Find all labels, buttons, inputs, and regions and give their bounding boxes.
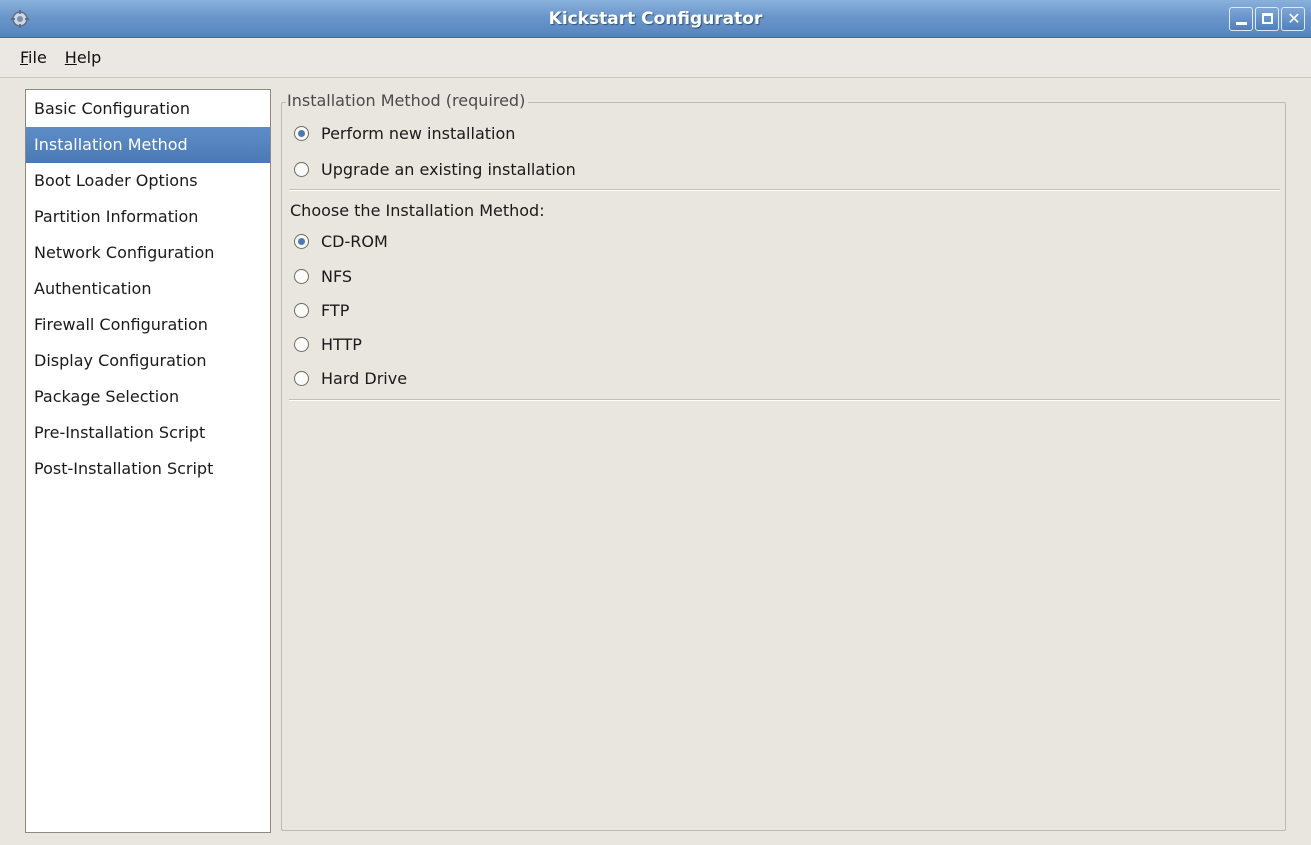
radio-indicator[interactable] <box>294 161 309 177</box>
sidebar-item-basic-configuration[interactable]: Basic Configuration <box>26 91 270 127</box>
sidebar-item-firewall-configuration[interactable]: Firewall Configuration <box>26 307 270 343</box>
radio-label: Hard Drive <box>321 368 408 388</box>
menu-bar: File Help <box>0 38 1311 78</box>
radio-label: CD-ROM <box>321 231 388 251</box>
radio-hard-drive[interactable]: Hard Drive <box>294 365 407 391</box>
sidebar-item-display-configuration[interactable]: Display Configuration <box>26 343 270 379</box>
radio-indicator[interactable] <box>294 125 309 141</box>
radio-label: Perform new installation <box>321 123 516 143</box>
radio-http[interactable]: HTTP <box>294 331 362 357</box>
radio-indicator[interactable] <box>294 233 309 249</box>
sidebar-item-installation-method[interactable]: Installation Method <box>26 127 270 163</box>
maximize-icon <box>1262 13 1273 24</box>
separator <box>289 399 1280 401</box>
window-title: Kickstart Configurator <box>548 8 763 29</box>
separator <box>289 189 1280 191</box>
radio-label: FTP <box>321 300 350 320</box>
menu-help[interactable]: Help <box>65 48 101 67</box>
radio-label: Upgrade an existing installation <box>321 159 576 179</box>
section-list[interactable]: Basic Configuration Installation Method … <box>25 89 271 833</box>
minimize-icon <box>1236 22 1247 25</box>
radio-label: HTTP <box>321 334 362 354</box>
radio-cd-rom[interactable]: CD-ROM <box>294 228 388 254</box>
radio-indicator[interactable] <box>294 302 309 318</box>
method-section-label: Choose the Installation Method: <box>290 201 545 220</box>
menu-file[interactable]: File <box>20 48 47 67</box>
radio-nfs[interactable]: NFS <box>294 263 352 289</box>
maximize-button[interactable] <box>1255 7 1279 31</box>
radio-ftp[interactable]: FTP <box>294 297 349 323</box>
radio-indicator[interactable] <box>294 370 309 386</box>
frame-title: Installation Method (required) <box>286 91 529 111</box>
sidebar-item-post-installation-script[interactable]: Post-Installation Script <box>26 451 270 487</box>
app-icon[interactable] <box>10 9 30 29</box>
title-bar[interactable]: Kickstart Configurator ✕ <box>0 0 1311 38</box>
sidebar-item-pre-installation-script[interactable]: Pre-Installation Script <box>26 415 270 451</box>
radio-perform-new-installation[interactable]: Perform new installation <box>294 120 515 146</box>
radio-upgrade-existing-installation[interactable]: Upgrade an existing installation <box>294 156 576 182</box>
close-button[interactable]: ✕ <box>1281 7 1305 31</box>
minimize-button[interactable] <box>1229 7 1253 31</box>
sidebar-item-package-selection[interactable]: Package Selection <box>26 379 270 415</box>
sidebar-item-boot-loader-options[interactable]: Boot Loader Options <box>26 163 270 199</box>
window-controls: ✕ <box>1229 7 1305 31</box>
sidebar-item-network-configuration[interactable]: Network Configuration <box>26 235 270 271</box>
radio-indicator[interactable] <box>294 268 309 284</box>
close-icon: ✕ <box>1287 9 1301 28</box>
radio-label: NFS <box>321 266 353 286</box>
radio-indicator[interactable] <box>294 336 309 352</box>
sidebar-item-partition-information[interactable]: Partition Information <box>26 199 270 235</box>
sidebar-item-authentication[interactable]: Authentication <box>26 271 270 307</box>
